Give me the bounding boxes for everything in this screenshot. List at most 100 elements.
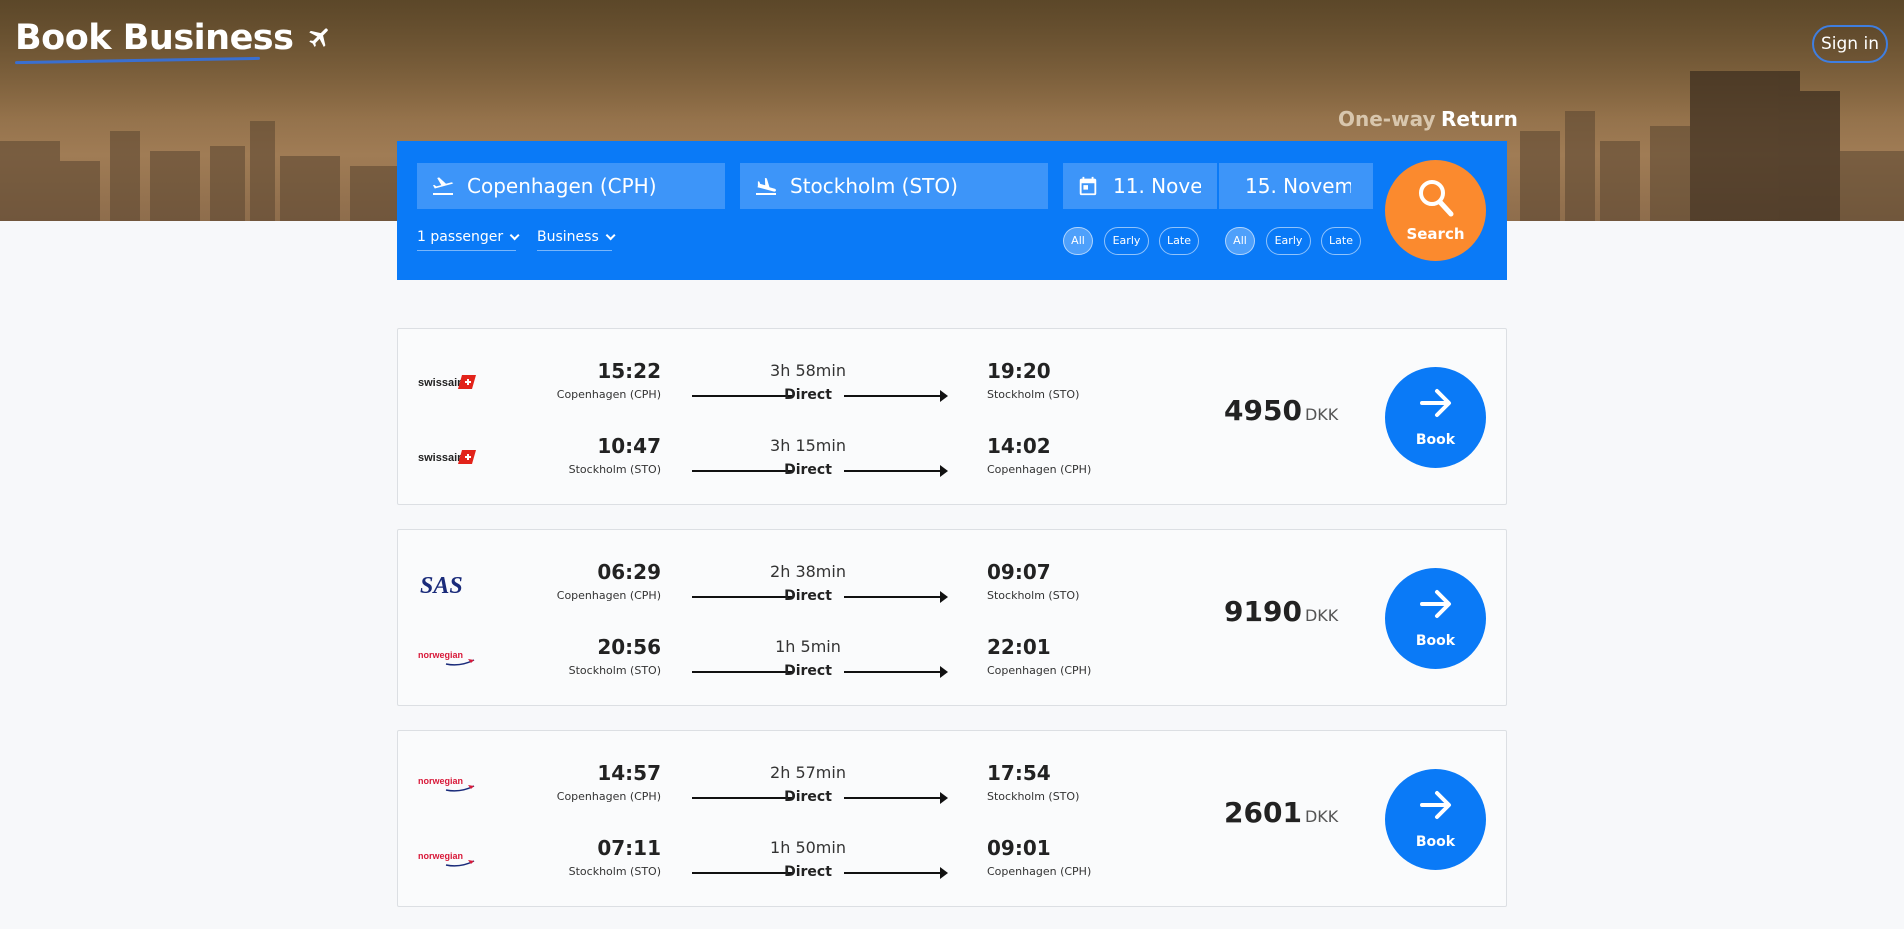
from-field[interactable]: Copenhagen (CPH) xyxy=(417,163,725,209)
book-button[interactable]: Book xyxy=(1385,367,1486,468)
search-icon xyxy=(1419,180,1454,217)
departure-city: Copenhagen (CPH) xyxy=(556,790,661,803)
flight-duration: 1h 5min xyxy=(775,637,841,656)
svg-text:SAS: SAS xyxy=(420,573,463,598)
arrival-city: Stockholm (STO) xyxy=(987,790,1080,803)
flight-duration: 2h 38min xyxy=(770,562,846,581)
outbound-filter-early[interactable]: Early xyxy=(1104,227,1149,255)
return-date-field[interactable]: 15. November xyxy=(1219,163,1373,209)
arrival-city: Stockholm (STO) xyxy=(987,388,1080,401)
stops-label: Direct xyxy=(784,387,832,403)
arrow-right-icon xyxy=(1420,590,1451,618)
depart-date-field[interactable]: 11. November xyxy=(1063,163,1217,209)
return-filter-early[interactable]: Early xyxy=(1266,227,1311,255)
cabin-class-dropdown[interactable]: Business xyxy=(537,229,616,251)
norwegian-logo: norwegian xyxy=(418,773,476,795)
passenger-value: 1 passenger xyxy=(417,229,504,245)
sign-in-button[interactable]: Sign in xyxy=(1812,25,1888,63)
logo-text: Book Business xyxy=(15,18,294,58)
svg-text:swissair: swissair xyxy=(418,452,462,464)
arrival-time: 09:07 xyxy=(987,560,1051,584)
passenger-dropdown[interactable]: 1 passenger xyxy=(417,229,520,251)
return-filter-all[interactable]: All xyxy=(1225,227,1255,255)
depart-date-value: 11. November xyxy=(1113,174,1201,198)
airplane-icon xyxy=(307,19,333,59)
svg-text:norwegian: norwegian xyxy=(418,650,463,660)
svg-text:swissair: swissair xyxy=(418,377,462,389)
price-currency: DKK xyxy=(1304,606,1339,625)
return-leg: norwegian 20:56 Stockholm (STO) 1h 5min … xyxy=(398,635,1506,685)
arrival-time: 09:01 xyxy=(987,836,1051,860)
outbound-leg: SAS 06:29 Copenhagen (CPH) 2h 38min Dire… xyxy=(398,560,1506,610)
price-amount: 4950 xyxy=(1224,394,1302,427)
price-amount: 9190 xyxy=(1224,595,1302,628)
stops-label: Direct xyxy=(784,588,832,604)
trip-type-one-way[interactable]: One-way xyxy=(1338,107,1436,131)
arrival-city: Copenhagen (CPH) xyxy=(987,664,1092,677)
calendar-icon xyxy=(1079,176,1097,196)
arrival-time: 19:20 xyxy=(987,359,1051,383)
departure-time: 14:57 xyxy=(597,761,661,785)
return-leg: norwegian 07:11 Stockholm (STO) 1h 50min… xyxy=(398,836,1506,886)
flight-result-card: swissair 15:22 Copenhagen (CPH) 3h 58min… xyxy=(397,328,1507,505)
arrow-right-icon xyxy=(1420,389,1451,417)
flight-duration: 1h 50min xyxy=(770,838,846,857)
svg-text:norwegian: norwegian xyxy=(418,776,463,786)
book-button-label: Book xyxy=(1415,834,1456,850)
arrival-city: Copenhagen (CPH) xyxy=(987,865,1092,878)
swissair-logo: swissair xyxy=(418,446,476,468)
price-amount: 2601 xyxy=(1224,796,1302,829)
return-filter-late[interactable]: Late xyxy=(1321,227,1361,255)
to-value: Stockholm (STO) xyxy=(790,174,958,198)
price-currency: DKK xyxy=(1304,405,1339,424)
return-date-value: 15. November xyxy=(1245,174,1351,198)
takeoff-icon xyxy=(433,177,454,195)
search-button[interactable]: Search xyxy=(1385,160,1486,261)
outbound-filter-late[interactable]: Late xyxy=(1159,227,1199,255)
stops-label: Direct xyxy=(784,864,832,880)
price: 4950 DKK xyxy=(1224,394,1338,427)
flight-result-card: norwegian 14:57 Copenhagen (CPH) 2h 57mi… xyxy=(397,730,1507,907)
departure-time: 15:22 xyxy=(597,359,661,383)
chevron-down-icon xyxy=(509,230,520,241)
outbound-filter-all[interactable]: All xyxy=(1063,227,1093,255)
book-button-label: Book xyxy=(1415,633,1456,649)
from-value: Copenhagen (CPH) xyxy=(467,174,657,198)
book-button[interactable]: Book xyxy=(1385,568,1486,669)
arrival-city: Stockholm (STO) xyxy=(987,589,1080,602)
price-currency: DKK xyxy=(1304,807,1339,826)
flight-duration: 3h 58min xyxy=(770,361,846,380)
flight-duration: 3h 15min xyxy=(770,436,846,455)
departure-time: 10:47 xyxy=(597,434,661,458)
arrival-time: 17:54 xyxy=(987,761,1051,785)
departure-city: Copenhagen (CPH) xyxy=(556,589,661,602)
departure-time: 20:56 xyxy=(597,635,661,659)
departure-city: Stockholm (STO) xyxy=(568,664,661,677)
stops-label: Direct xyxy=(784,789,832,805)
outbound-leg: swissair 15:22 Copenhagen (CPH) 3h 58min… xyxy=(398,359,1506,409)
flight-result-card: SAS 06:29 Copenhagen (CPH) 2h 38min Dire… xyxy=(397,529,1507,706)
chevron-down-icon xyxy=(605,230,616,241)
departure-city: Stockholm (STO) xyxy=(568,463,661,476)
svg-text:norwegian: norwegian xyxy=(418,851,463,861)
norwegian-logo: norwegian xyxy=(418,848,476,870)
departure-city: Stockholm (STO) xyxy=(568,865,661,878)
swissair-logo: swissair xyxy=(418,371,476,393)
cabin-class-value: Business xyxy=(537,229,599,245)
outbound-leg: norwegian 14:57 Copenhagen (CPH) 2h 57mi… xyxy=(398,761,1506,811)
book-button-label: Book xyxy=(1415,432,1456,448)
trip-type-return[interactable]: Return xyxy=(1441,107,1518,131)
price: 9190 DKK xyxy=(1224,595,1338,628)
flight-duration: 2h 57min xyxy=(770,763,846,782)
return-leg: swissair 10:47 Stockholm (STO) 3h 15min … xyxy=(398,434,1506,484)
book-button[interactable]: Book xyxy=(1385,769,1486,870)
stops-label: Direct xyxy=(784,663,832,679)
norwegian-logo: norwegian xyxy=(418,647,476,669)
site-logo[interactable]: Book Business xyxy=(14,18,333,65)
arrival-time: 14:02 xyxy=(987,434,1051,458)
departure-time: 06:29 xyxy=(597,560,661,584)
price: 2601 DKK xyxy=(1224,796,1338,829)
departure-city: Copenhagen (CPH) xyxy=(556,388,661,401)
arrival-time: 22:01 xyxy=(987,635,1051,659)
to-field[interactable]: Stockholm (STO) xyxy=(740,163,1048,209)
